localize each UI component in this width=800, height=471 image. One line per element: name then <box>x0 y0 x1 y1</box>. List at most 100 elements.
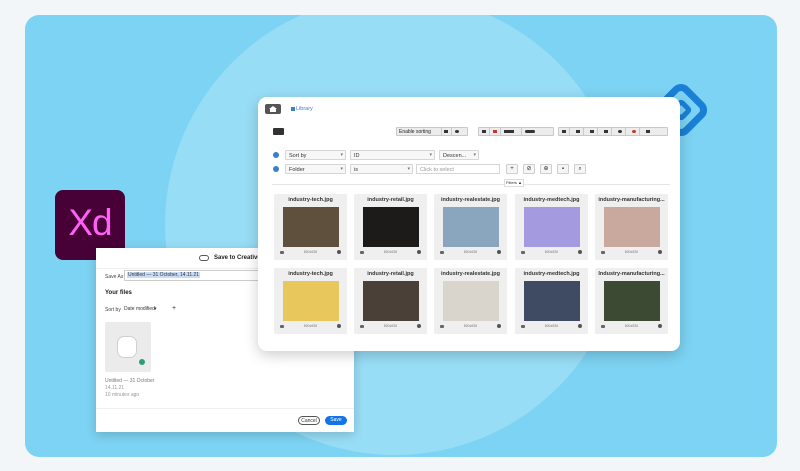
save-filter-icon[interactable]: ▪ <box>557 164 569 174</box>
filter-operator-value: is <box>354 166 358 173</box>
ban-icon[interactable] <box>615 128 626 135</box>
file-card[interactable]: industry-realestate.jpg 800x530 <box>434 194 507 260</box>
view-toolbar <box>478 127 554 136</box>
file-name: industry-medtech.jpg <box>523 197 580 203</box>
file-card[interactable]: industry-realestate.jpg 800x530 <box>434 268 507 334</box>
actions-toolbar <box>558 127 668 136</box>
file-name: Industry-manufacturing... <box>598 271 665 277</box>
tab-library-label: Library <box>296 106 313 112</box>
grid-small-icon[interactable] <box>479 128 490 135</box>
select-all-glyph <box>562 130 566 133</box>
add-icon[interactable]: + <box>172 305 176 312</box>
preview-icon[interactable] <box>417 324 421 328</box>
grid-small-glyph <box>482 130 486 133</box>
chevron-down-icon: ▾ <box>340 166 343 172</box>
preview-icon[interactable] <box>337 324 341 328</box>
xd-logo-text: Xd <box>68 202 112 243</box>
filter-operator-select[interactable]: is ▾ <box>350 164 413 174</box>
save-button[interactable]: Save <box>325 416 347 425</box>
file-card[interactable]: industry-retail.jpg 800x530 <box>354 268 427 334</box>
file-thumbnail <box>443 281 499 321</box>
home-tab[interactable] <box>265 104 281 114</box>
grid-large-icon[interactable] <box>490 128 501 135</box>
folder-icon[interactable] <box>273 128 284 135</box>
block-icon[interactable] <box>629 128 640 135</box>
enable-sorting-button[interactable]: Enable sorting <box>397 128 442 135</box>
edit-icon[interactable] <box>573 128 584 135</box>
edit-glyph <box>576 130 580 133</box>
file-card[interactable]: industry-medtech.jpg 800x530 <box>515 268 588 334</box>
reset-glyph <box>455 130 459 133</box>
tab-library[interactable]: Library <box>291 106 313 112</box>
file-name-input[interactable]: Untitled — 31 October, 14.11.21 <box>124 270 276 281</box>
filter-field-select[interactable]: Folder ▾ <box>285 164 346 174</box>
file-name-value: Untitled — 31 October, 14.11.21 <box>127 272 201 278</box>
list-view-icon[interactable] <box>501 128 522 135</box>
file-card[interactable]: industry-tech.jpg 800x530 <box>274 268 347 334</box>
sort-operator-value: ID <box>354 152 360 159</box>
delete-icon[interactable] <box>587 128 598 135</box>
filter-field-value: Folder <box>289 166 305 173</box>
select-all-icon[interactable] <box>559 128 570 135</box>
file-card[interactable]: industry-manufacturing... 800x530 <box>595 194 668 260</box>
file-card[interactable]: industry-retail.jpg 800x530 <box>354 194 427 260</box>
filter-row-1-toggle[interactable] <box>273 152 279 158</box>
share-glyph <box>646 130 650 133</box>
search-icon[interactable]: ⌕ <box>574 164 586 174</box>
file-card[interactable]: Industry-manufacturing... 800x530 <box>595 268 668 334</box>
chevron-down-icon[interactable]: ▾ <box>154 306 157 312</box>
file-thumbnail <box>443 207 499 247</box>
file-card[interactable]: industry-medtech.jpg 800x530 <box>515 194 588 260</box>
file-preview-image <box>117 336 137 358</box>
chevron-down-icon: ▾ <box>429 152 432 158</box>
file-name: industry-realestate.jpg <box>441 271 500 277</box>
file-card[interactable]: industry-tech.jpg 800x530 <box>274 194 347 260</box>
block-glyph <box>632 130 636 133</box>
file-thumbnail <box>283 281 339 321</box>
archive-icon[interactable] <box>601 128 612 135</box>
zoom-icon[interactable]: ⊕ <box>540 164 552 174</box>
filters-toggle[interactable]: Filters ▲ <box>504 179 524 187</box>
preview-icon[interactable] <box>337 250 341 254</box>
cancel-button[interactable]: Cancel <box>298 416 320 425</box>
folder-select-placeholder: Click to select <box>420 166 454 173</box>
sort-operator-select[interactable]: ID ▾ <box>350 150 435 160</box>
cloud-view-icon[interactable] <box>522 128 542 135</box>
chevron-down-icon: ▾ <box>407 166 410 172</box>
chevron-down-icon: ▾ <box>340 152 343 158</box>
folder-select-input[interactable]: Click to select <box>416 164 500 174</box>
grid-large-glyph <box>493 130 497 133</box>
preview-icon[interactable] <box>417 250 421 254</box>
preview-icon[interactable] <box>578 324 582 328</box>
dialog-footer-divider <box>96 408 354 409</box>
file-name: industry-medtech.jpg <box>523 271 580 277</box>
preview-icon[interactable] <box>658 250 662 254</box>
file-thumbnail <box>604 207 660 247</box>
share-icon[interactable] <box>643 128 653 135</box>
file-thumbnail <box>604 281 660 321</box>
clear-filter-icon[interactable]: ⊘ <box>523 164 535 174</box>
save-as-label: Save As <box>105 274 124 280</box>
sort-by-label: Sort by <box>105 307 121 313</box>
ban-glyph <box>618 130 622 133</box>
archive-glyph <box>604 130 608 133</box>
library-panel: Library Enable sorting Sort by ▾ ID ▾ Desc… <box>258 97 680 351</box>
file-name: industry-retail.jpg <box>367 197 414 203</box>
preview-icon[interactable] <box>497 324 501 328</box>
save-icon[interactable] <box>441 128 452 135</box>
recent-file-size: 14.11.21 <box>105 385 125 391</box>
recent-file-name: Untitled — 31 October <box>105 378 155 384</box>
preview-icon[interactable] <box>578 250 582 254</box>
sort-by-select[interactable]: Date modified <box>124 306 155 312</box>
add-filter-icon[interactable]: + <box>506 164 518 174</box>
file-name: industry-realestate.jpg <box>441 197 500 203</box>
preview-icon[interactable] <box>658 324 662 328</box>
preview-icon[interactable] <box>497 250 501 254</box>
filter-row-2-toggle[interactable] <box>273 166 279 172</box>
sort-direction-select[interactable]: Descen... ▾ <box>439 150 479 160</box>
cloud-icon <box>199 255 209 261</box>
file-thumbnail <box>283 207 339 247</box>
recent-file-thumbnail[interactable] <box>105 322 151 372</box>
sort-field-select[interactable]: Sort by ▾ <box>285 150 346 160</box>
reset-icon[interactable] <box>452 128 462 135</box>
